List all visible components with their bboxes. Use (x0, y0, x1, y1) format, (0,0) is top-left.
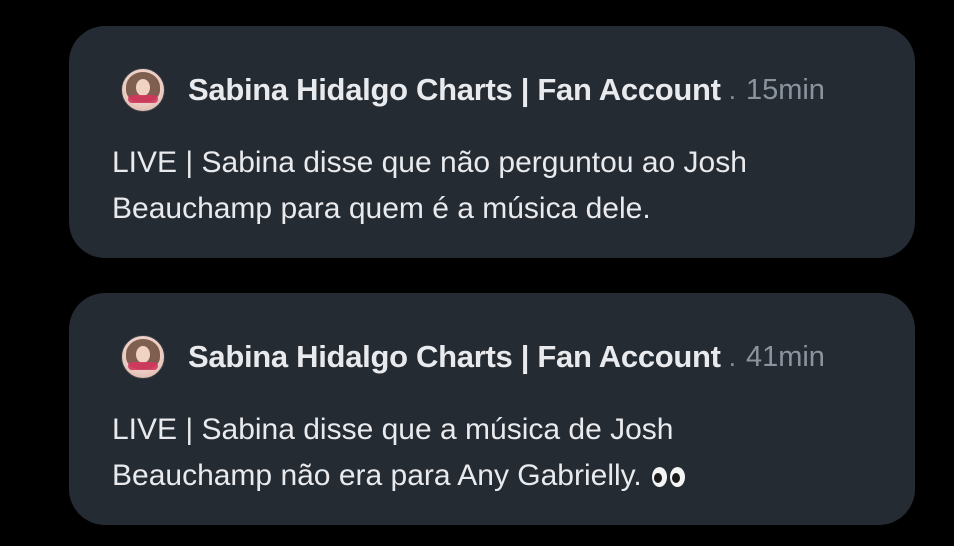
notification-body: LIVE | Sabina disse que não perguntou ao… (112, 140, 872, 232)
avatar-face (136, 79, 150, 96)
pupil (671, 473, 680, 484)
avatar-logo-script (128, 95, 158, 103)
notification-card[interactable]: Sabina Hidalgo Charts | Fan Account . 15… (69, 26, 915, 258)
notification-body-line: LIVE | Sabina disse que não perguntou ao… (112, 146, 747, 179)
timestamp: 15min (745, 73, 825, 106)
pupil (653, 473, 662, 484)
notification-feed: Sabina Hidalgo Charts | Fan Account . 15… (0, 0, 954, 546)
avatar-logo-script (128, 362, 158, 370)
notification-card[interactable]: Sabina Hidalgo Charts | Fan Account . 41… (69, 293, 915, 525)
profile-avatar-icon[interactable] (121, 68, 165, 112)
notification-body: LIVE | Sabina disse que a música de Josh… (112, 407, 872, 499)
notification-header: Sabina Hidalgo Charts | Fan Account . 15… (121, 68, 825, 112)
notification-body-line: Beauchamp para quem é a música dele. (112, 192, 651, 225)
eye-right (669, 467, 685, 488)
meta-separator: . (728, 341, 736, 372)
author-name[interactable]: Sabina Hidalgo Charts | Fan Account (188, 339, 721, 375)
notification-body-line: LIVE | Sabina disse que a música de Josh (112, 413, 674, 446)
notification-header: Sabina Hidalgo Charts | Fan Account . 41… (121, 335, 825, 379)
author-name[interactable]: Sabina Hidalgo Charts | Fan Account (188, 72, 721, 108)
notification-body-line-with-emoji: Beauchamp não era para Any Gabrielly. (112, 453, 872, 499)
eyes-emoji-icon (651, 466, 688, 488)
notification-body-line: Beauchamp não era para Any Gabrielly. (112, 459, 642, 492)
eye-left (651, 467, 667, 488)
profile-avatar-icon[interactable] (121, 335, 165, 379)
timestamp: 41min (745, 340, 825, 373)
avatar-face (136, 346, 150, 363)
meta-separator: . (728, 74, 736, 105)
